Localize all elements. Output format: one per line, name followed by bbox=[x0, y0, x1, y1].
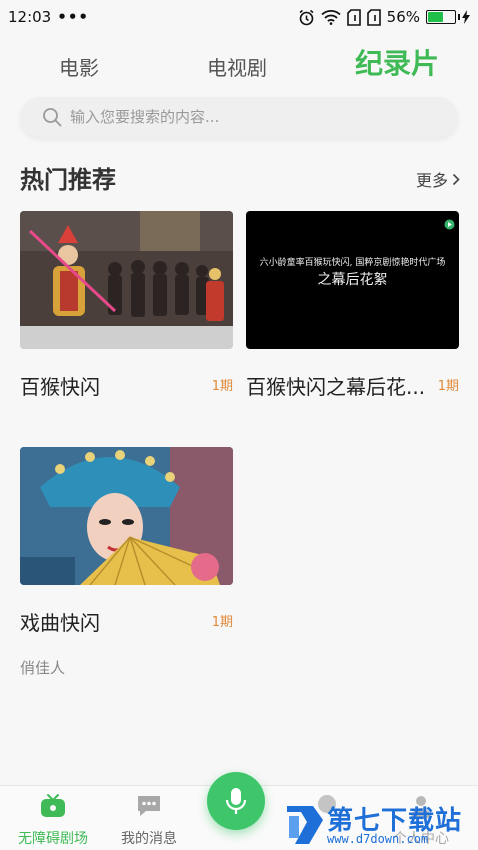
video-thumbnail[interactable] bbox=[20, 211, 233, 349]
overlay-caption-title: 之幕后花絮 bbox=[317, 272, 388, 288]
more-link[interactable]: 更多 bbox=[416, 167, 460, 191]
video-thumbnail[interactable]: 六小龄童率百猴玩快闪, 国粹京剧惊艳时代广场 之幕后花絮 bbox=[246, 211, 459, 349]
notification-dots: ••• bbox=[57, 8, 89, 26]
sim1-icon bbox=[346, 8, 361, 26]
tab-documentaries[interactable]: 纪录片 bbox=[355, 42, 439, 82]
more-label: 更多 bbox=[415, 171, 448, 190]
tab-tv-series[interactable]: 电视剧 bbox=[207, 52, 267, 81]
status-icons: 56% bbox=[298, 8, 470, 26]
nav-label: 无障碍剧场 bbox=[18, 831, 88, 847]
video-thumbnail[interactable] bbox=[20, 447, 233, 585]
wifi-icon bbox=[321, 10, 341, 25]
voice-search-button[interactable] bbox=[207, 772, 265, 830]
tencent-video-logo bbox=[444, 219, 455, 230]
category-tabs: 电影 电视剧 纪录片 bbox=[0, 40, 478, 90]
search-input[interactable] bbox=[70, 108, 430, 126]
chevron-right-icon bbox=[452, 173, 460, 185]
mic-icon bbox=[225, 788, 247, 814]
nav-my-messages[interactable]: 我的消息 bbox=[104, 792, 194, 848]
tv-icon bbox=[41, 794, 65, 817]
episode-count: 1期 bbox=[211, 379, 233, 394]
alarm-icon bbox=[299, 9, 314, 25]
video-title[interactable]: 百猴快闪 bbox=[20, 371, 100, 400]
tab-movies[interactable]: 电影 bbox=[59, 52, 99, 81]
site-watermark: 第七下载站 www.d7down.com bbox=[285, 798, 475, 850]
episode-count: 1期 bbox=[437, 379, 459, 394]
watermark-url: www.d7down.com bbox=[327, 832, 429, 846]
charging-icon bbox=[462, 10, 470, 24]
overlay-caption: 六小龄童率百猴玩快闪, 国粹京剧惊艳时代广场 bbox=[259, 258, 446, 268]
video-subtitle: 俏佳人 bbox=[20, 659, 66, 677]
battery-percent: 56% bbox=[386, 8, 420, 26]
video-title[interactable]: 百猴快闪之幕后花... bbox=[246, 371, 425, 400]
status-bar: 12:03 ••• 56% bbox=[0, 0, 478, 34]
video-card[interactable]: 百猴快闪 1期 bbox=[20, 211, 233, 407]
video-title[interactable]: 戏曲快闪 bbox=[20, 607, 100, 636]
nav-label: 我的消息 bbox=[121, 831, 177, 847]
play-logo-icon bbox=[444, 219, 455, 230]
message-icon bbox=[138, 796, 160, 816]
section-title: 热门推荐 bbox=[20, 166, 116, 194]
battery-icon bbox=[426, 10, 470, 24]
battery-level bbox=[428, 12, 443, 22]
search-bar[interactable] bbox=[20, 97, 458, 137]
video-card[interactable]: 戏曲快闪 1期 俏佳人 bbox=[20, 447, 233, 677]
street-performance-image bbox=[20, 211, 233, 349]
video-card[interactable]: 六小龄童率百猴玩快闪, 国粹京剧惊艳时代广场 之幕后花絮 百猴快闪之幕后花...… bbox=[246, 211, 459, 407]
episode-count: 1期 bbox=[211, 615, 233, 630]
nav-accessible-theater[interactable]: 无障碍剧场 bbox=[8, 792, 98, 848]
search-icon bbox=[43, 108, 62, 127]
sim2-icon bbox=[366, 8, 381, 26]
opera-performer-image bbox=[20, 447, 233, 585]
status-time: 12:03 bbox=[8, 8, 52, 26]
watermark-logo-icon bbox=[287, 806, 323, 844]
